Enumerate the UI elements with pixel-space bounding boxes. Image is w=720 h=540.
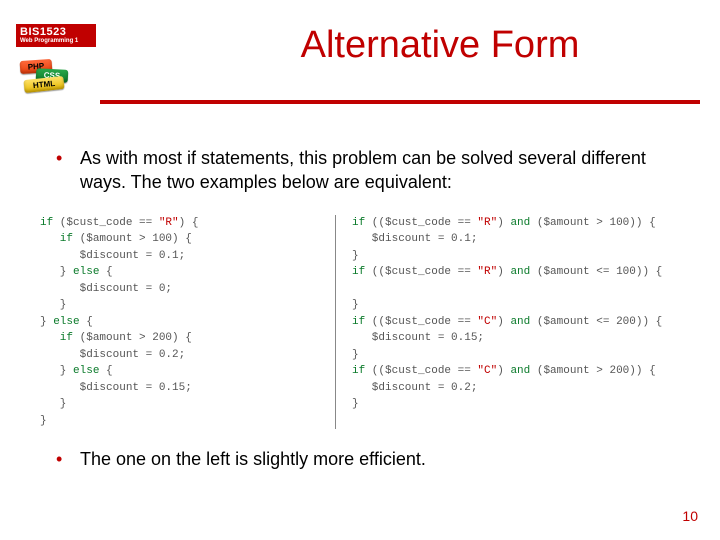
slide-title: Alternative Form [180,24,700,67]
bullet-1: As with most if statements, this problem… [40,146,690,195]
column-divider [335,215,336,430]
bullet-list-2: The one on the left is slightly more eff… [40,447,690,471]
course-name: Web Programming 1 [16,38,96,47]
lego-logo: PHP CSS HTML [14,60,68,87]
title-divider [100,100,700,104]
slide-header: BIS1523 Web Programming 1 PHP CSS HTML A… [0,0,720,130]
course-badge: BIS1523 Web Programming 1 [16,24,96,47]
bullet-2: The one on the left is slightly more eff… [40,447,690,471]
code-columns: if ($cust_code == "R") { if ($amount > 1… [40,215,690,430]
slide-content: As with most if statements, this problem… [0,130,720,471]
page-number: 10 [682,508,698,524]
course-code: BIS1523 [16,24,96,38]
lego-html-icon: HTML [23,76,64,93]
bullet-list: As with most if statements, this problem… [40,146,690,195]
code-right: if (($cust_code == "R") and ($amount > 1… [342,215,690,430]
code-left: if ($cust_code == "R") { if ($amount > 1… [40,215,335,430]
